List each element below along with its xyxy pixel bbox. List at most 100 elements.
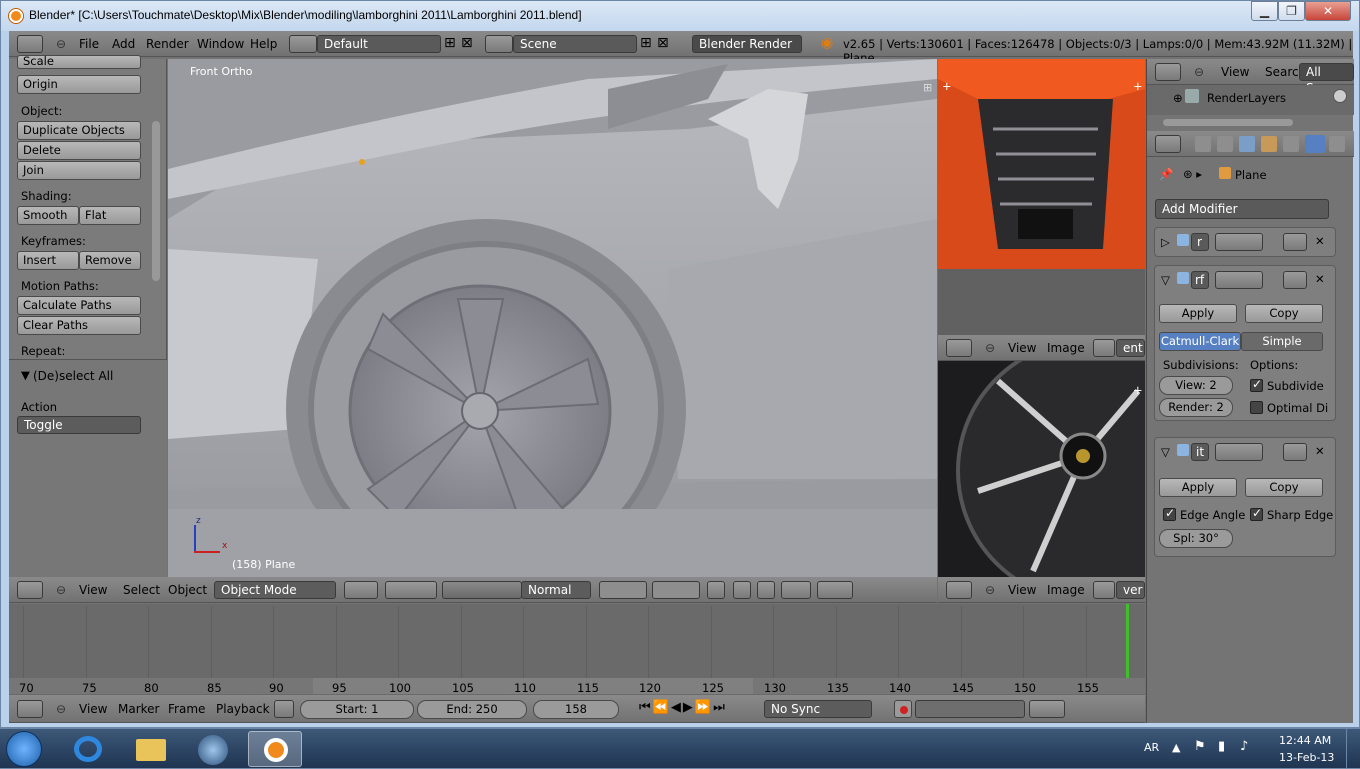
outliner-scrollbar[interactable] [1163, 119, 1293, 126]
explorer-icon[interactable] [124, 731, 178, 767]
menu-view[interactable]: View [1008, 583, 1036, 597]
snap-element-icon[interactable] [781, 581, 811, 599]
playback-controls[interactable]: ⏮⏪◀▶⏩⏭ [639, 700, 727, 715]
end-frame-field[interactable]: End: 250 [417, 700, 527, 719]
editor-type-info-icon[interactable] [17, 35, 43, 53]
menu-view[interactable]: View [79, 702, 107, 716]
restrict-render-icon[interactable] [1333, 89, 1347, 103]
lock-layers-icon[interactable] [707, 581, 725, 599]
maximize-button[interactable]: ❐ [1278, 1, 1305, 21]
keying-buttons[interactable] [1029, 700, 1065, 718]
modifier-visibility-icons[interactable] [1215, 443, 1263, 461]
collapse-icon[interactable]: ⊖ [1194, 65, 1204, 79]
render-preview-icons[interactable] [817, 581, 853, 599]
start-button[interactable] [6, 731, 42, 767]
sharp-edge-checkbox[interactable] [1250, 506, 1263, 521]
join-button[interactable]: Join [17, 161, 141, 180]
expand-icon[interactable]: ⊕ [1173, 91, 1183, 105]
image-browse-icon[interactable] [1093, 339, 1115, 357]
menu-playback[interactable]: Playback [216, 702, 270, 716]
proportional-edit-icon[interactable] [733, 581, 751, 599]
scene-tab-icon[interactable] [1217, 136, 1233, 152]
3d-viewport[interactable]: Front Ortho (158) Plane z x ⊞ [168, 59, 937, 577]
collapse-arrow-icon[interactable]: ▽ [1161, 273, 1170, 287]
menu-image[interactable]: Image [1047, 341, 1085, 355]
view-levels-field[interactable]: View: 2 [1159, 376, 1233, 395]
close-icon[interactable]: ✕ [1315, 444, 1325, 458]
layout-field[interactable]: Default [317, 35, 441, 53]
timeline[interactable]: 70 75 80 85 90 95 100 105 110 115 120 12… [9, 604, 1145, 695]
clock-time[interactable]: 12:44 AM [1279, 734, 1331, 747]
remove-layout-icon[interactable]: ⊠ [461, 35, 473, 51]
collapse-icon[interactable]: ⊖ [985, 341, 995, 355]
modifier-tab-icon[interactable] [1305, 135, 1325, 153]
layer-buttons-2[interactable] [652, 581, 700, 599]
current-frame-cursor[interactable] [1126, 604, 1129, 678]
menu-view[interactable]: View [79, 583, 107, 597]
reference-image-top[interactable]: + + [938, 59, 1145, 269]
add-scene-icon[interactable]: ⊞ [640, 35, 652, 51]
snap-icon[interactable] [757, 581, 775, 599]
sync-mode-select[interactable]: No Sync [764, 700, 872, 718]
image-name-field[interactable]: ent [1116, 339, 1145, 357]
action-select[interactable]: Toggle [17, 416, 141, 434]
scene-icon[interactable] [485, 35, 513, 53]
current-frame-field[interactable]: 158 [533, 700, 619, 719]
collapse-icon[interactable]: ⊖ [56, 583, 66, 597]
manipulator-icons[interactable] [442, 581, 522, 599]
duplicate-objects-button[interactable]: Duplicate Objects [17, 121, 141, 140]
modifier-name-field[interactable]: it [1191, 443, 1209, 461]
smooth-button[interactable]: Smooth [17, 206, 79, 225]
viewport-split-icon[interactable]: ⊞ [923, 81, 932, 94]
copy-button[interactable]: Copy [1245, 478, 1323, 497]
minimize-button[interactable]: ▁ [1251, 1, 1278, 21]
split-angle-field[interactable]: Spl: 30° [1159, 529, 1233, 548]
volume-icon[interactable]: ♪ [1240, 739, 1248, 754]
insert-keyframe-button[interactable]: Insert [17, 251, 79, 270]
editor-type-image-icon[interactable] [946, 581, 972, 599]
pivot-icon[interactable] [385, 581, 437, 599]
copy-button[interactable]: Copy [1245, 304, 1323, 323]
edge-angle-checkbox[interactable] [1163, 506, 1176, 521]
menu-view[interactable]: View [1221, 65, 1249, 79]
start-frame-field[interactable]: Start: 1 [300, 700, 414, 719]
outliner-filter[interactable]: All Scene [1299, 63, 1354, 95]
show-desktop-button[interactable] [1346, 729, 1360, 769]
blender-task-icon[interactable] [248, 731, 302, 767]
scene-field[interactable]: Scene [513, 35, 637, 53]
origin-button[interactable]: Origin [17, 75, 141, 94]
menu-render[interactable]: Render [146, 37, 189, 51]
image-corner-icon[interactable]: + [1133, 79, 1143, 93]
modifier-visibility-icons[interactable] [1215, 233, 1263, 251]
add-modifier-select[interactable]: Add Modifier [1155, 199, 1329, 219]
object-tab-icon[interactable] [1261, 136, 1277, 152]
close-icon[interactable]: ✕ [1315, 272, 1325, 286]
expand-arrow-icon[interactable]: ▷ [1161, 235, 1170, 249]
modifier-visibility-icons[interactable] [1215, 271, 1263, 289]
clear-paths-button[interactable]: Clear Paths [17, 316, 141, 335]
flat-button[interactable]: Flat [79, 206, 141, 225]
preview-range-icon[interactable] [274, 700, 294, 718]
layer-buttons-1[interactable] [599, 581, 647, 599]
clock-date[interactable]: 13-Feb-13 [1279, 751, 1334, 764]
editor-type-3dview-icon[interactable] [17, 581, 43, 599]
expand-arrow-icon[interactable]: ▼ [21, 368, 30, 382]
menu-marker[interactable]: Marker [118, 702, 159, 716]
apply-button[interactable]: Apply [1159, 478, 1237, 497]
image-corner-icon[interactable]: + [942, 79, 952, 93]
render-levels-field[interactable]: Render: 2 [1159, 398, 1233, 417]
network-globe-icon[interactable] [186, 731, 240, 767]
editor-type-outliner-icon[interactable] [1155, 63, 1181, 81]
collapse-icon[interactable]: ⊖ [985, 583, 995, 597]
move-up-down-icon[interactable] [1283, 443, 1307, 461]
collapse-icon[interactable]: ⊖ [56, 702, 66, 716]
outliner-item[interactable]: RenderLayers [1207, 91, 1286, 105]
shading-mode-icon[interactable] [344, 581, 378, 599]
calculate-paths-button[interactable]: Calculate Paths [17, 296, 141, 315]
menu-object[interactable]: Object [168, 583, 207, 597]
image-name-field[interactable]: ver [1116, 581, 1145, 599]
menu-image[interactable]: Image [1047, 583, 1085, 597]
add-layout-icon[interactable]: ⊞ [444, 35, 456, 51]
layout-icon[interactable] [289, 35, 317, 53]
editor-type-image-icon[interactable] [946, 339, 972, 357]
